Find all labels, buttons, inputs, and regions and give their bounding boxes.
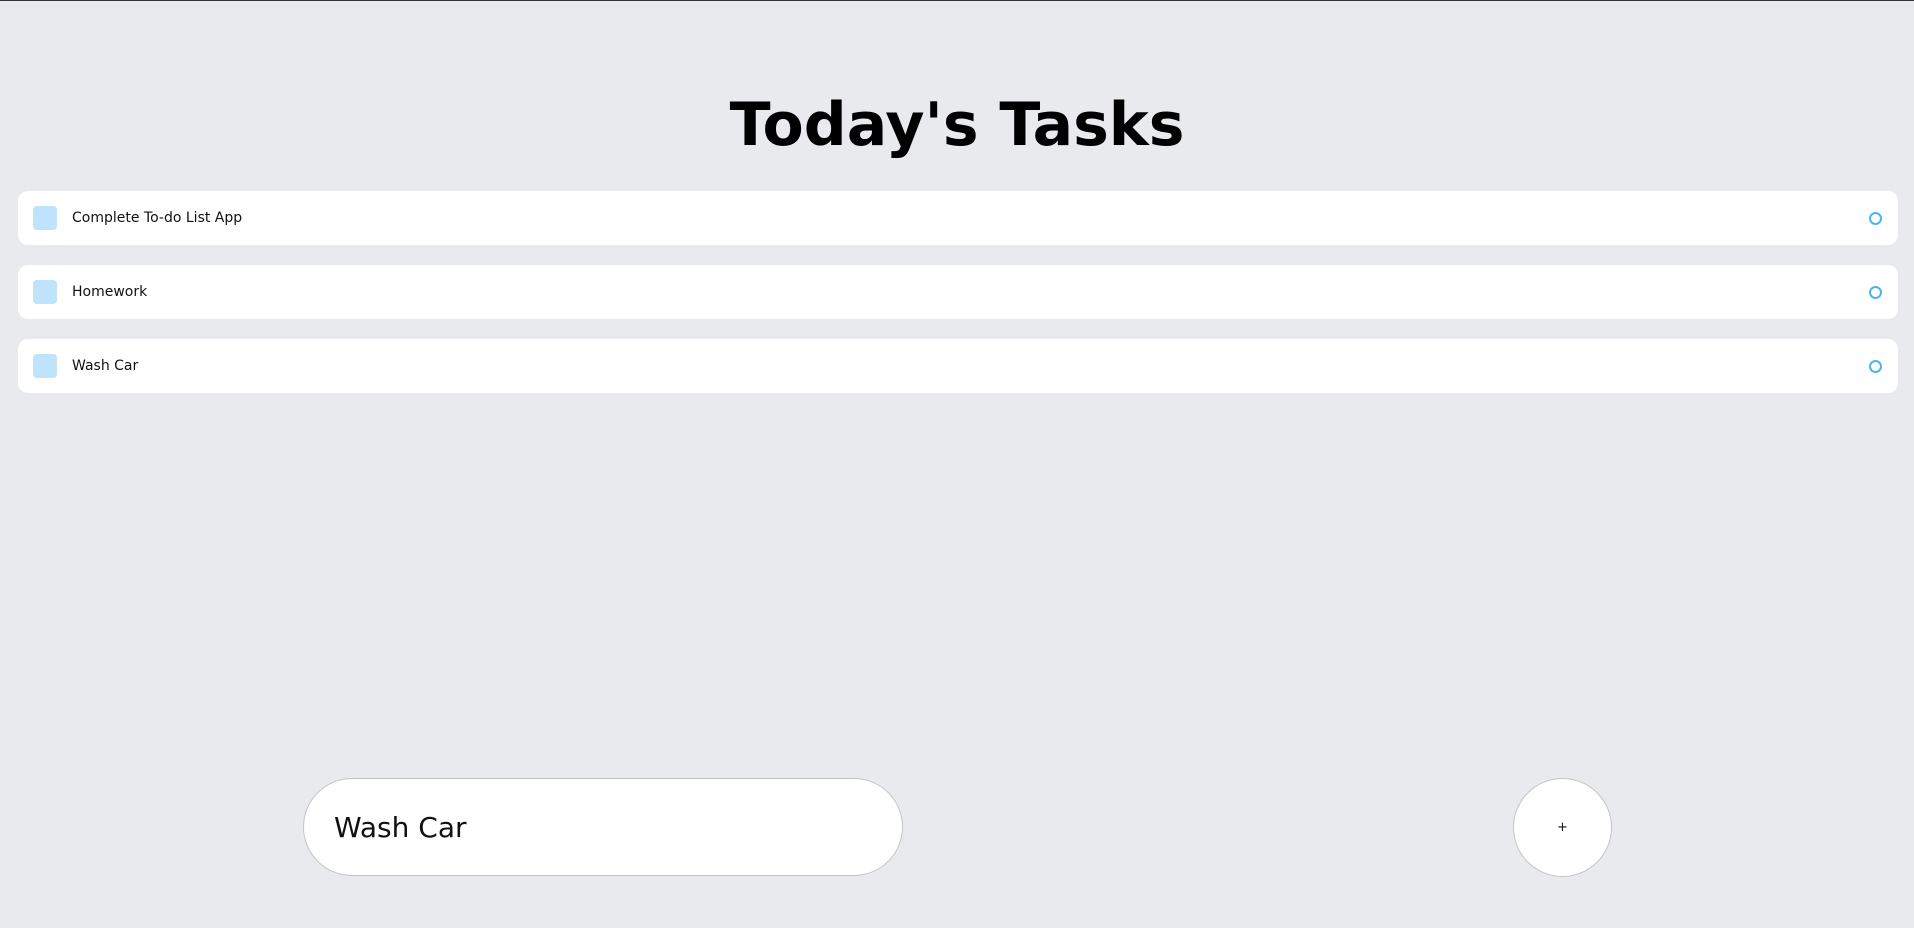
- circle-outline-icon[interactable]: [1869, 360, 1882, 373]
- task-label: Homework: [72, 284, 148, 300]
- task-list: Complete To-do List App Homework Wash Ca…: [18, 191, 1898, 413]
- task-checkbox[interactable]: [33, 280, 57, 304]
- task-label: Wash Car: [72, 358, 139, 374]
- task-item[interactable]: Wash Car: [18, 339, 1898, 393]
- task-checkbox[interactable]: [33, 354, 57, 378]
- circle-outline-icon[interactable]: [1869, 212, 1882, 225]
- circle-outline-icon[interactable]: [1869, 286, 1882, 299]
- task-item[interactable]: Complete To-do List App: [18, 191, 1898, 245]
- task-label: Complete To-do List App: [72, 210, 243, 226]
- new-task-input[interactable]: [303, 778, 903, 876]
- task-checkbox[interactable]: [33, 206, 57, 230]
- add-task-button[interactable]: +: [1513, 778, 1612, 877]
- page-title: Today's Tasks: [729, 90, 1185, 160]
- top-border: [0, 0, 1914, 1]
- task-item[interactable]: Homework: [18, 265, 1898, 319]
